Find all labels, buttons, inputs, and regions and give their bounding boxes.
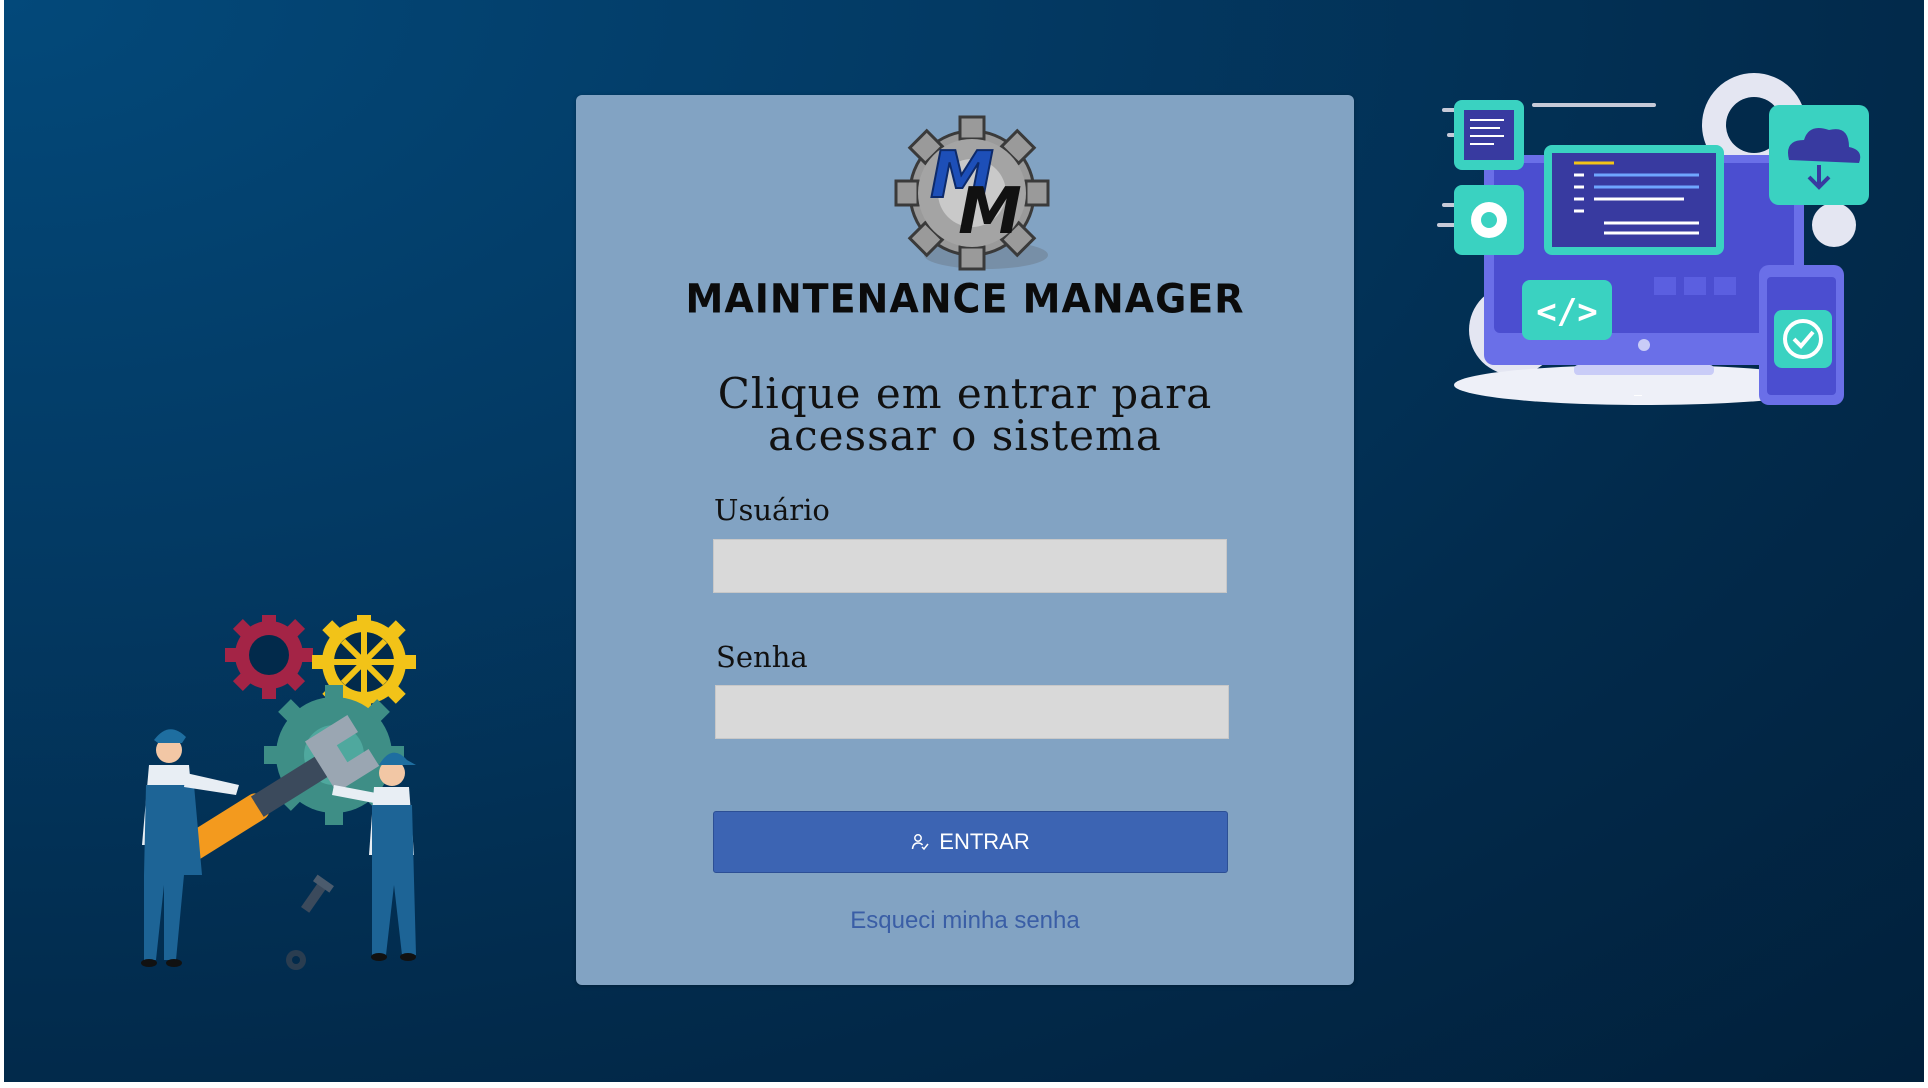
login-screen: </> M M MAINTENANCE MANAGER Clique em en… — [4, 0, 1924, 1082]
logo-gear-icon: M M — [894, 115, 1050, 271]
logo-wordmark: MAINTENANCE MANAGER — [685, 275, 1245, 323]
svg-text:</>: </> — [1536, 292, 1597, 332]
password-label: Senha — [716, 640, 808, 674]
user-check-icon — [912, 834, 929, 851]
username-label: Usuário — [714, 493, 830, 527]
login-card: M M MAINTENANCE MANAGER Clique em entrar… — [576, 95, 1354, 985]
mechanics-gears-illustration — [141, 615, 416, 970]
logo-monogram-black: M — [958, 175, 1022, 249]
page-title-line-1: Clique em entrar para — [717, 369, 1213, 418]
page-title: Clique em entrar para acessar o sistema — [576, 373, 1354, 457]
page-title-line-2: acessar o sistema — [768, 411, 1162, 460]
password-input[interactable] — [715, 685, 1229, 739]
software-development-illustration: </> — [1437, 73, 1869, 405]
login-button[interactable]: ENTRAR — [713, 811, 1228, 873]
username-input[interactable] — [713, 539, 1227, 593]
login-button-label: ENTRAR — [939, 829, 1030, 854]
forgot-password-link[interactable]: Esqueci minha senha — [576, 907, 1354, 935]
logo: M M MAINTENANCE MANAGER — [576, 115, 1354, 335]
